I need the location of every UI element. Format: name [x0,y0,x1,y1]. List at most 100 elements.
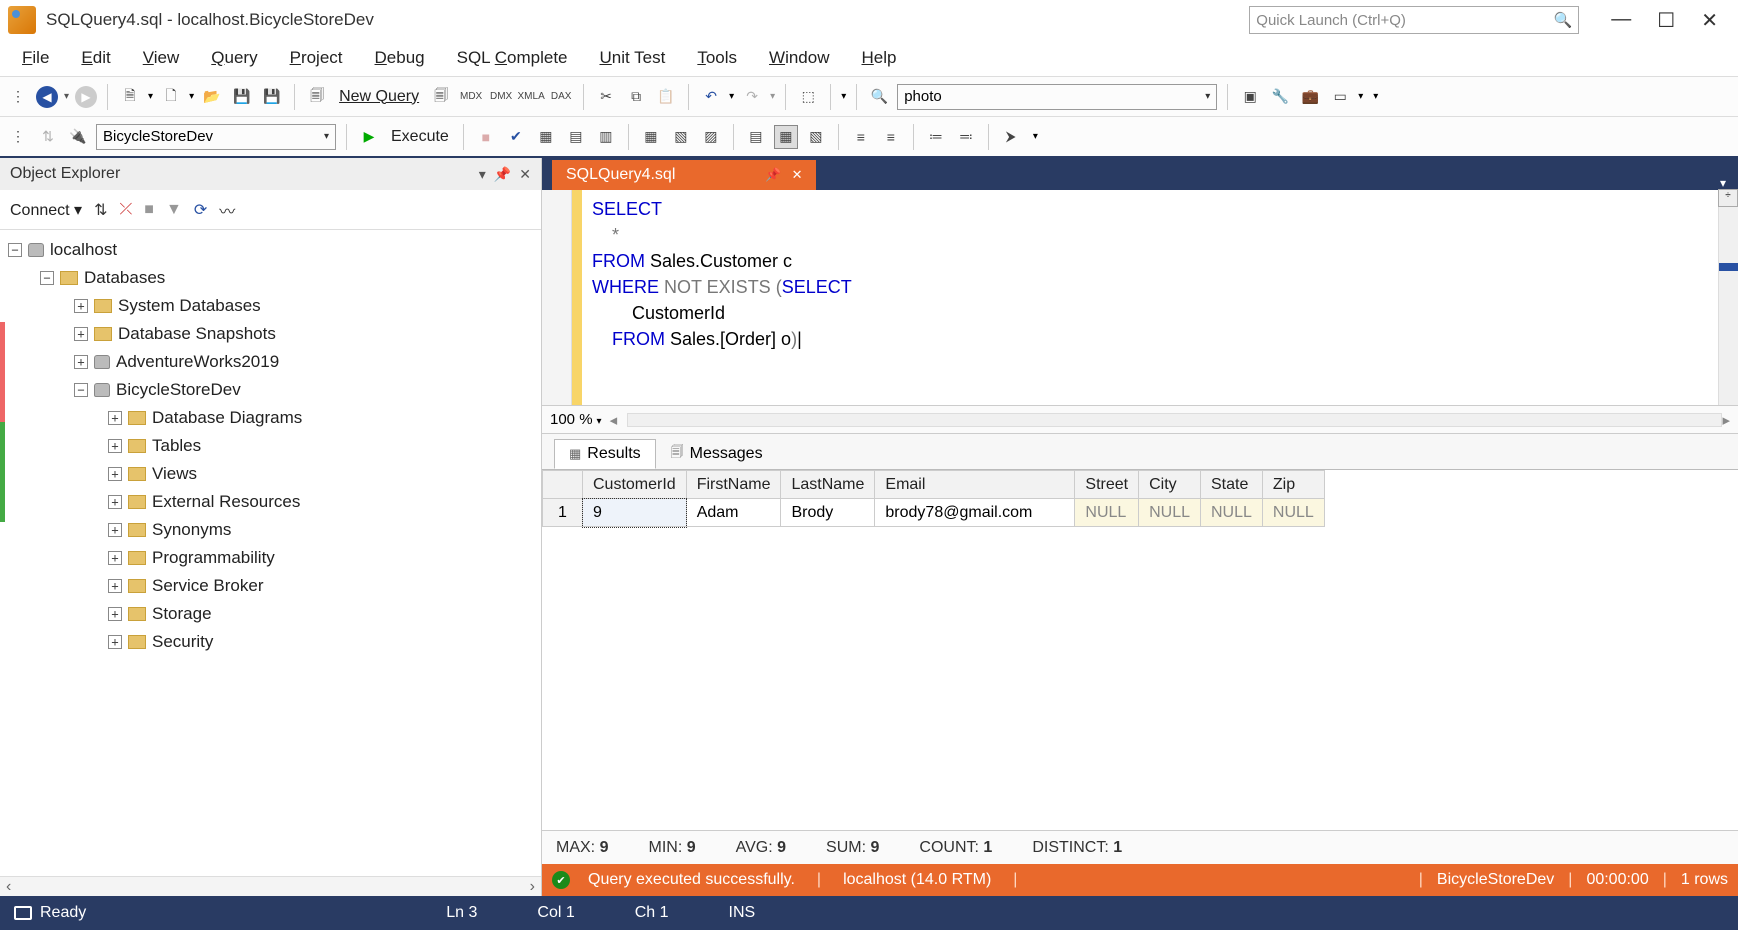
cell[interactable]: NULL [1262,499,1324,527]
close-icon[interactable]: ✕ [519,166,531,183]
tb-icon-1[interactable]: ▦ [639,125,663,149]
document-tab-active[interactable]: SQLQuery4.sql 📌 ✕ [552,160,816,190]
outdent-button[interactable]: ≡ [879,125,903,149]
dax-button[interactable]: DAX [549,85,573,109]
tree-item[interactable]: BicycleStoreDev [116,380,241,400]
expand-icon[interactable]: + [108,495,122,509]
expand-icon[interactable]: + [74,355,88,369]
split-icon[interactable]: ÷ [1718,189,1738,207]
xmla-button[interactable]: XMLA [519,85,543,109]
indent-button[interactable]: ≡ [849,125,873,149]
menu-edit[interactable]: Edit [67,44,124,72]
menu-file[interactable]: File [8,44,63,72]
new-file-button[interactable]: 🗋 [159,85,183,109]
collapse-icon[interactable]: − [8,243,22,257]
cut-button[interactable]: ✂ [594,85,618,109]
disconnect-icon[interactable]: ⇅ [94,200,107,220]
menu-window[interactable]: Window [755,44,843,72]
close-button[interactable]: ✕ [1701,8,1718,33]
copy-button[interactable]: ⧉ [624,85,648,109]
change-connection-icon[interactable]: 🔌 [66,125,90,149]
database-combo[interactable]: BicycleStoreDev ▾ [96,124,336,150]
pin-icon[interactable]: 📌 [765,167,781,183]
tree-item[interactable]: Database Snapshots [118,324,276,344]
include-plan-button[interactable]: ▤ [564,125,588,149]
quick-launch-input[interactable]: Quick Launch (Ctrl+Q) 🔍 [1249,6,1579,34]
wrench-icon[interactable]: 🔧 [1268,85,1292,109]
stop-button[interactable]: ■ [474,125,498,149]
results-grid[interactable]: CustomerId FirstName LastName Email Stre… [542,470,1325,527]
zoom-combo[interactable]: 100 %▾ [550,411,602,428]
vertical-scrollbar[interactable]: ▲ [1718,190,1738,405]
maximize-button[interactable]: ☐ [1657,8,1675,33]
col-header[interactable]: State [1201,471,1263,499]
toolbox-icon[interactable]: 💼 [1298,85,1322,109]
undo-button[interactable]: ↶ [699,85,723,109]
collapse-icon[interactable]: − [74,383,88,397]
col-header[interactable]: LastName [781,471,875,499]
refresh-icon[interactable]: ⟳ [194,200,207,220]
stop-icon[interactable]: ■ [144,201,154,219]
connect-icon[interactable]: ⇅ [36,125,60,149]
tree-item[interactable]: Views [152,464,197,484]
cell[interactable]: NULL [1201,499,1263,527]
expand-icon[interactable]: + [74,299,88,313]
display-plan-button[interactable]: ▦ [534,125,558,149]
expand-icon[interactable]: + [108,635,122,649]
tb-icon-5[interactable]: ▦ [774,125,798,149]
minimize-button[interactable]: — [1611,8,1631,33]
col-header[interactable]: Email [875,471,1075,499]
row-number[interactable]: 1 [543,499,583,527]
editor-hscroll[interactable] [627,413,1722,427]
cell[interactable]: 9 [583,499,687,527]
expand-icon[interactable]: + [74,327,88,341]
save-button[interactable]: 💾 [230,85,254,109]
tree-item[interactable]: External Resources [152,492,300,512]
mdx-button[interactable]: MDX [459,85,483,109]
filter-icon[interactable]: ▼ [166,201,182,219]
tree-item[interactable]: AdventureWorks2019 [116,352,279,372]
db-query-button[interactable]: 🗐 [429,85,453,109]
expand-icon[interactable]: + [108,607,122,621]
execute-icon[interactable]: ▶ [357,125,381,149]
scroll-left-icon[interactable]: ◂ [610,411,618,429]
expand-icon[interactable]: + [108,523,122,537]
open-button[interactable]: 📂 [200,85,224,109]
redo-button[interactable]: ↷ [740,85,764,109]
menu-unit-test[interactable]: Unit Test [586,44,680,72]
new-query-button[interactable]: New Query [335,88,423,106]
tree-server[interactable]: localhost [50,240,117,260]
uncomment-button[interactable]: ≕ [954,125,978,149]
tree-item[interactable]: Storage [152,604,212,624]
tb-icon-4[interactable]: ▤ [744,125,768,149]
dmx-button[interactable]: DMX [489,85,513,109]
col-header[interactable]: Zip [1262,471,1324,499]
disconnect2-icon[interactable]: ⤫ [119,201,132,219]
menu-project[interactable]: Project [276,44,357,72]
menu-query[interactable]: Query [197,44,271,72]
expand-icon[interactable]: + [108,467,122,481]
tree-databases[interactable]: Databases [84,268,165,288]
col-header[interactable]: City [1139,471,1201,499]
menu-view[interactable]: View [129,44,194,72]
pulse-icon[interactable]: 〰 [219,198,235,222]
new-project-button[interactable]: 🗎 [118,85,142,109]
collapse-icon[interactable]: − [40,271,54,285]
pin-icon[interactable]: 📌 [494,166,511,183]
tree-item[interactable]: Programmability [152,548,275,568]
find-icon[interactable]: 🔍 [867,85,891,109]
nav-back-button[interactable]: ◀ [36,86,58,108]
nav-forward-button[interactable]: ▶ [75,86,97,108]
cell[interactable]: brody78@gmail.com [875,499,1075,527]
object-tree[interactable]: −localhost −Databases +System Databases … [0,230,541,876]
search-combo[interactable]: photo ▾ [897,84,1217,110]
cell[interactable]: Adam [686,499,781,527]
menu-help[interactable]: Help [848,44,911,72]
tb-icon-2[interactable]: ▧ [669,125,693,149]
tb-icon-7[interactable]: ⮞ [999,125,1023,149]
col-header[interactable]: Street [1075,471,1139,499]
parse-button[interactable]: ✔ [504,125,528,149]
results-grid-wrap[interactable]: CustomerId FirstName LastName Email Stre… [542,470,1738,830]
execute-button[interactable]: Execute [387,128,453,146]
cell[interactable]: NULL [1075,499,1139,527]
